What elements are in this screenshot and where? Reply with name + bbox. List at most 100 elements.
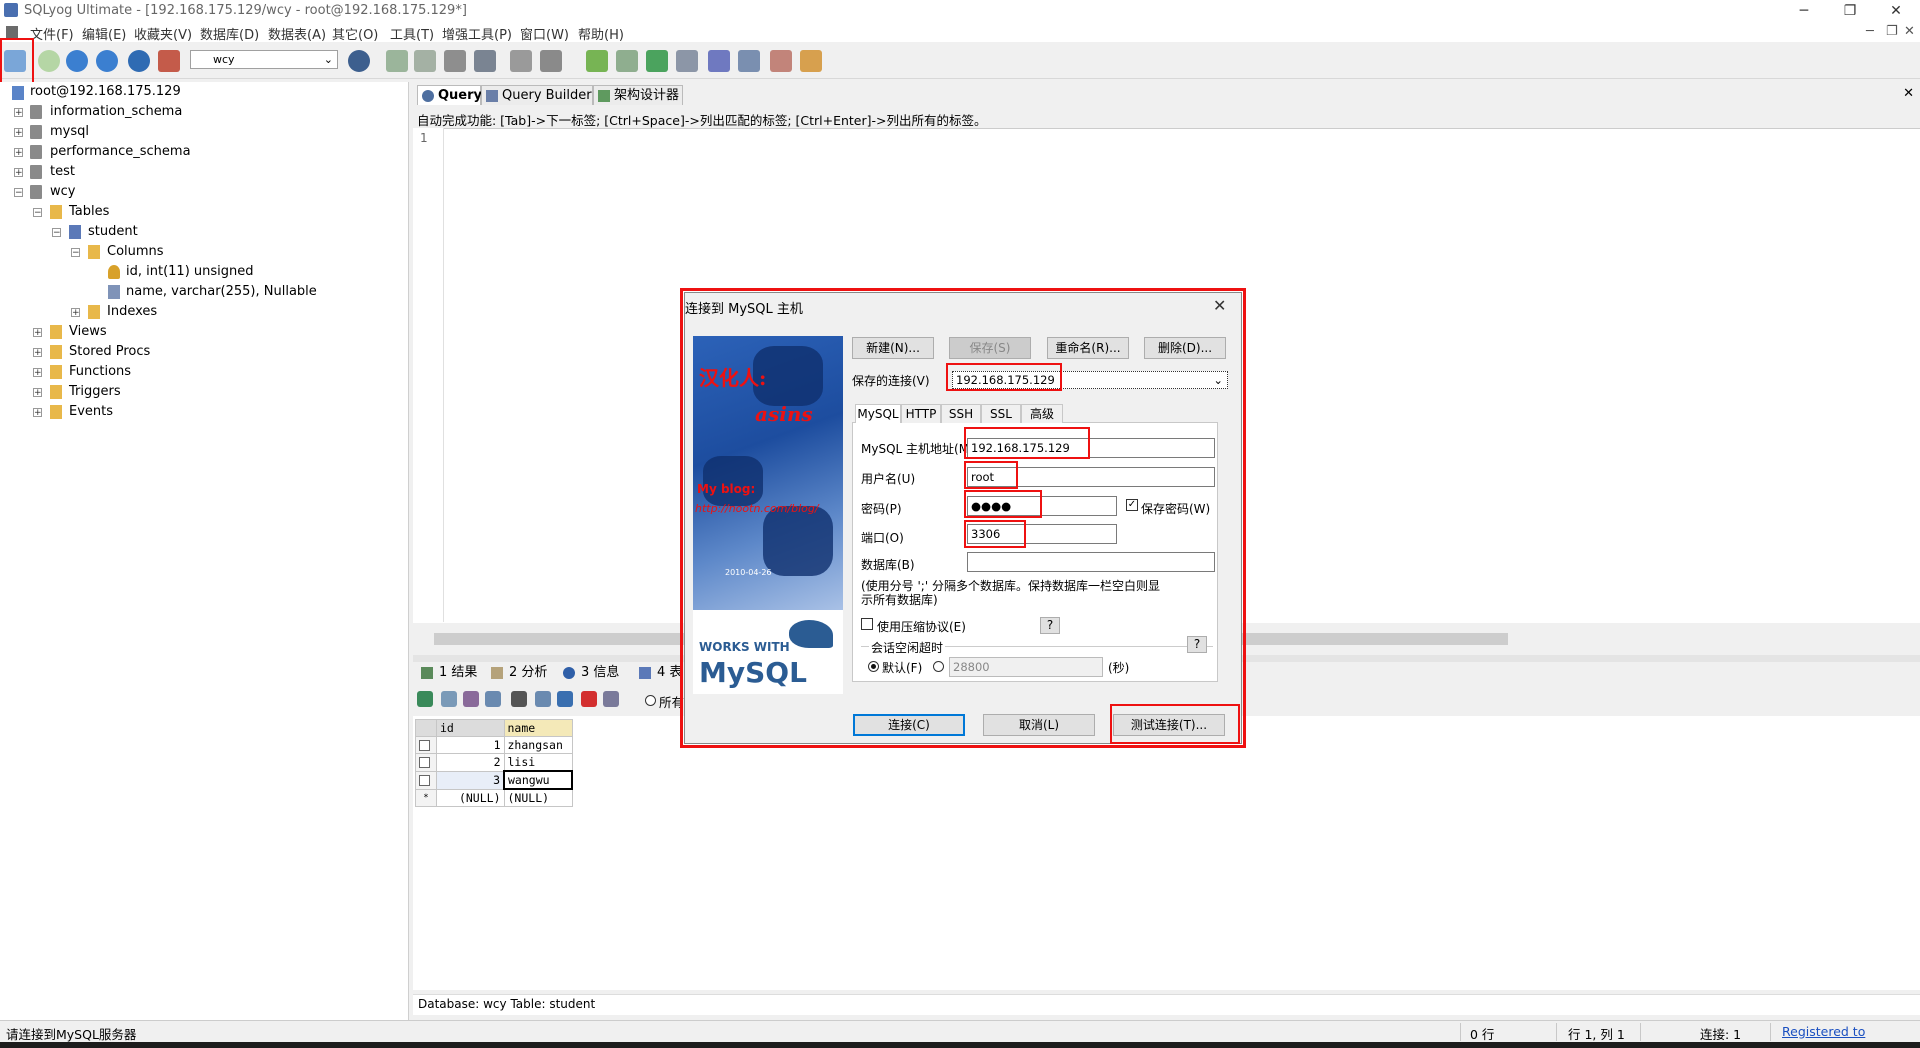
tree-procs[interactable]: Stored Procs	[69, 344, 150, 359]
all-rows-radio[interactable]	[645, 695, 656, 706]
cell-name[interactable]: wangwu	[503, 770, 573, 790]
delete-button[interactable]: 删除(D)...	[1144, 337, 1226, 359]
execute-all-icon[interactable]	[96, 50, 118, 72]
default-radio[interactable]	[868, 661, 879, 672]
maximize-button[interactable]: ❐	[1827, 0, 1873, 22]
tree-db-mysql[interactable]: mysql	[50, 124, 89, 139]
save-icon[interactable]	[557, 691, 573, 707]
table-row[interactable]: 2 lisi	[415, 753, 573, 772]
expand-icon[interactable]: +	[33, 348, 42, 358]
sync-icon[interactable]	[586, 50, 608, 72]
expand-icon[interactable]: +	[33, 368, 42, 378]
timeout-help-button[interactable]: ?	[1187, 636, 1207, 653]
collapse-icon[interactable]: −	[71, 248, 80, 258]
tab-table-data[interactable]: 4 表	[635, 663, 682, 683]
tab-mysql[interactable]: MySQL	[855, 404, 901, 423]
expand-icon[interactable]: +	[14, 148, 23, 158]
export-icon[interactable]	[708, 50, 730, 72]
tab-result[interactable]: 1 结果	[417, 663, 477, 683]
transfer-icon[interactable]	[646, 50, 668, 72]
tab-query[interactable]: Query	[417, 85, 482, 105]
history-icon[interactable]	[770, 50, 792, 72]
cell-id[interactable]: 3	[436, 770, 505, 790]
close-tab-icon[interactable]: ✕	[1903, 86, 1914, 101]
expand-icon[interactable]: +	[71, 308, 80, 318]
tree-db-test[interactable]: test	[50, 164, 75, 179]
tab-query-builder[interactable]: Query Builder	[481, 85, 593, 105]
expand-icon[interactable]: +	[33, 388, 42, 398]
cell-name[interactable]: zhangsan	[503, 736, 573, 754]
tree-table-student[interactable]: student	[88, 224, 138, 239]
import-icon[interactable]	[616, 50, 638, 72]
user-icon[interactable]	[348, 50, 370, 72]
tab-messages[interactable]: 3 信息	[559, 663, 619, 683]
tree-columns[interactable]: Columns	[107, 244, 164, 259]
filter-icon[interactable]	[511, 691, 527, 707]
export-row-icon[interactable]	[485, 691, 501, 707]
menu-help[interactable]: 帮助(H)	[578, 24, 624, 43]
minimize-button[interactable]: ─	[1781, 0, 1827, 22]
menu-database[interactable]: 数据库(D)	[200, 24, 259, 43]
tab-ssh[interactable]: SSH	[941, 404, 981, 423]
cell-name[interactable]: lisi	[503, 753, 573, 772]
compress-help-button[interactable]: ?	[1040, 617, 1060, 634]
delete-icon[interactable]	[581, 691, 597, 707]
rename-button[interactable]: 重命名(R)...	[1047, 337, 1129, 359]
tree-indexes[interactable]: Indexes	[107, 304, 157, 319]
row-select[interactable]	[415, 736, 437, 754]
grid-view-icon[interactable]	[603, 691, 619, 707]
copy-row-icon[interactable]	[441, 691, 457, 707]
tab-profiler[interactable]: 2 分析	[487, 663, 547, 683]
tab-http[interactable]: HTTP	[901, 404, 941, 423]
expand-icon[interactable]: +	[14, 128, 23, 138]
cell-id[interactable]: 1	[436, 736, 505, 754]
menu-favorites[interactable]: 收藏夹(V)	[134, 24, 192, 43]
mdi-close[interactable]: ✕	[1904, 24, 1915, 39]
expand-icon[interactable]: +	[14, 108, 23, 118]
mdi-restore[interactable]: ❐	[1886, 24, 1898, 39]
dialog-close-icon[interactable]: ✕	[1213, 296, 1226, 315]
custom-radio[interactable]	[933, 661, 944, 672]
registered-link[interactable]: Registered to	[1782, 1024, 1865, 1039]
database-input[interactable]	[967, 552, 1215, 572]
tab-schema-designer[interactable]: 架构设计器	[593, 85, 683, 105]
tree-db-performance-schema[interactable]: performance_schema	[50, 144, 191, 159]
cell-id[interactable]: 2	[436, 753, 505, 772]
layout-icon[interactable]	[800, 50, 822, 72]
execute-icon[interactable]	[66, 50, 88, 72]
tree-views[interactable]: Views	[69, 324, 107, 339]
menu-tools[interactable]: 工具(T)	[390, 24, 434, 43]
refresh-icon[interactable]	[535, 691, 551, 707]
stop-icon[interactable]	[158, 50, 180, 72]
database-select[interactable]: wcy ⌄	[190, 50, 338, 69]
grid-header-name[interactable]: name	[503, 719, 573, 737]
close-button[interactable]: ✕	[1873, 0, 1919, 22]
grid-header-id[interactable]: id	[436, 719, 505, 737]
tree-column-name[interactable]: name, varchar(255), Nullable	[126, 284, 317, 299]
cancel-button[interactable]: 取消(L)	[983, 714, 1095, 736]
grid-icon[interactable]	[510, 50, 532, 72]
tree-column-id[interactable]: id, int(11) unsigned	[126, 264, 254, 279]
connect-button[interactable]: 连接(C)	[853, 714, 965, 736]
db-copy-icon[interactable]	[414, 50, 436, 72]
save-button[interactable]: 保存(S)	[949, 337, 1031, 359]
tree-db-wcy[interactable]: wcy	[50, 184, 75, 199]
tree-functions[interactable]: Functions	[69, 364, 131, 379]
doc-icon[interactable]	[6, 26, 18, 38]
save-password-checkbox[interactable]: ✓	[1126, 499, 1138, 511]
menu-other[interactable]: 其它(O)	[332, 24, 378, 43]
report-icon[interactable]	[738, 50, 760, 72]
mdi-minimize[interactable]: ─	[1866, 24, 1874, 39]
table-row[interactable]: 1 zhangsan	[415, 736, 573, 754]
expand-icon[interactable]: +	[14, 168, 23, 178]
tab-ssl[interactable]: SSL	[981, 404, 1021, 423]
collapse-icon[interactable]: −	[33, 208, 42, 218]
menu-edit[interactable]: 编辑(E)	[82, 24, 126, 43]
expand-icon[interactable]: +	[33, 328, 42, 338]
query-icon[interactable]	[676, 50, 698, 72]
tree-root[interactable]: root@192.168.175.129	[30, 84, 181, 99]
tree-db-information-schema[interactable]: information_schema	[50, 104, 182, 119]
tree-tables[interactable]: Tables	[69, 204, 109, 219]
menu-powertools[interactable]: 增强工具(P)	[442, 24, 512, 43]
checkbox[interactable]	[419, 775, 430, 786]
